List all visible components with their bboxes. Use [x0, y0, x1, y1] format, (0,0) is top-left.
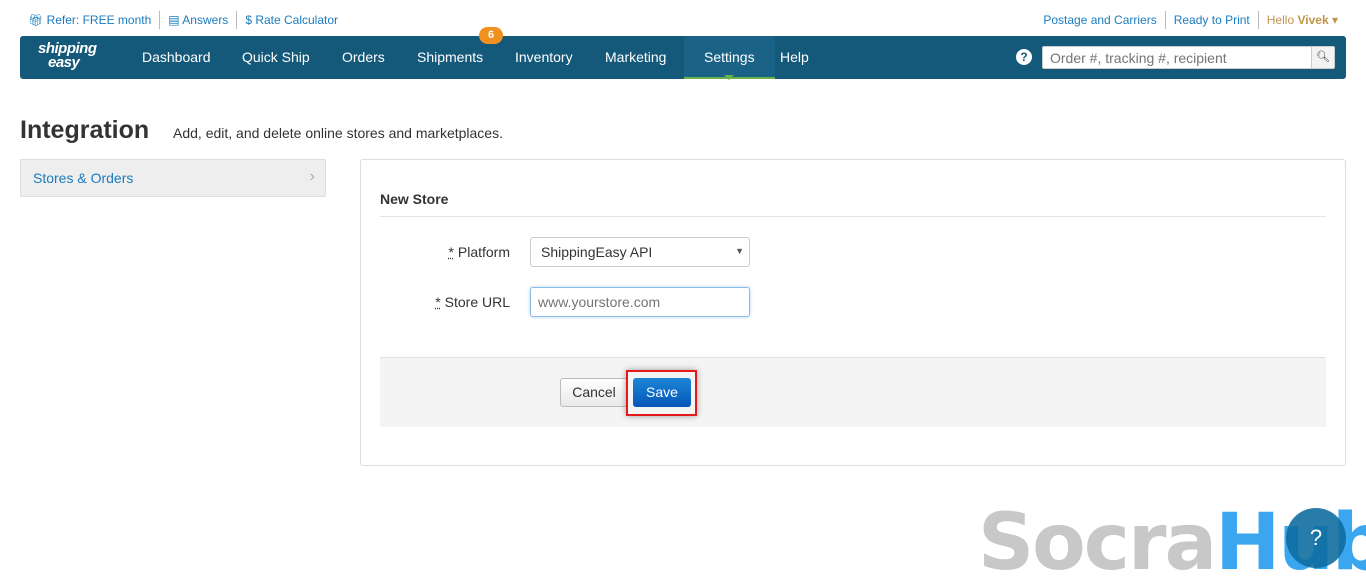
shippingeasy-logo[interactable]: shipping easy [38, 41, 97, 70]
help-icon[interactable]: ? [1016, 49, 1032, 65]
form-actions: Cancel Save [380, 357, 1326, 427]
store-url-label: * Store URL [435, 294, 510, 310]
question-icon: ? [1309, 525, 1323, 550]
gift-icon: 🎁︎ [28, 13, 47, 27]
document-icon: ▤ [168, 13, 183, 27]
top-links: 🎁︎ Refer: FREE month ▤ Answers $ Rate Ca… [28, 11, 1346, 29]
caret-down-icon: ▾ [1331, 13, 1338, 27]
rate-calculator-link[interactable]: $ Rate Calculator [236, 11, 346, 29]
dropdown-arrow-icon: ▼ [735, 246, 744, 256]
nav-marketing[interactable]: Marketing [589, 36, 682, 79]
page-subtitle: Add, edit, and delete online stores and … [173, 125, 503, 141]
search-button[interactable]: 🔍︎ [1311, 46, 1335, 69]
nav-settings[interactable]: Settings [684, 36, 775, 80]
divider [380, 216, 1326, 217]
page-title: Integration [20, 116, 150, 144]
platform-label: * Platform [448, 244, 510, 260]
nav-inventory[interactable]: Inventory [499, 36, 589, 79]
search-icon: 🔍︎ [1316, 51, 1330, 63]
nav-help[interactable]: Help [764, 36, 825, 79]
nav-dashboard[interactable]: Dashboard [126, 36, 227, 79]
help-chat-button[interactable]: ? [1286, 508, 1346, 568]
main-nav: shipping easy Dashboard Quick Ship Orders… [20, 27, 1346, 80]
new-store-panel: New Store * Platform ShippingEasy API ▼ *… [360, 159, 1346, 466]
answers-link[interactable]: ▤ Answers [159, 11, 236, 29]
panel-title: New Store [380, 191, 449, 207]
sidebar-item-stores-orders[interactable]: Stores & Orders › [20, 159, 326, 197]
platform-select[interactable]: ShippingEasy API ▼ [530, 237, 750, 267]
cancel-button[interactable]: Cancel [560, 378, 628, 407]
refer-link[interactable]: 🎁︎ Refer: FREE month [28, 11, 159, 29]
search-input[interactable] [1042, 46, 1312, 69]
chevron-right-icon: › [309, 168, 315, 185]
nav-quick-ship[interactable]: Quick Ship [226, 36, 326, 79]
user-menu[interactable]: Hello Vivek ▾ [1257, 11, 1346, 29]
highlight-box [626, 370, 697, 416]
nav-orders[interactable]: Orders [326, 36, 401, 79]
store-url-input[interactable] [530, 287, 750, 317]
postage-carriers-link[interactable]: Postage and Carriers [1043, 11, 1164, 29]
ready-to-print-link[interactable]: Ready to Print [1164, 11, 1258, 29]
